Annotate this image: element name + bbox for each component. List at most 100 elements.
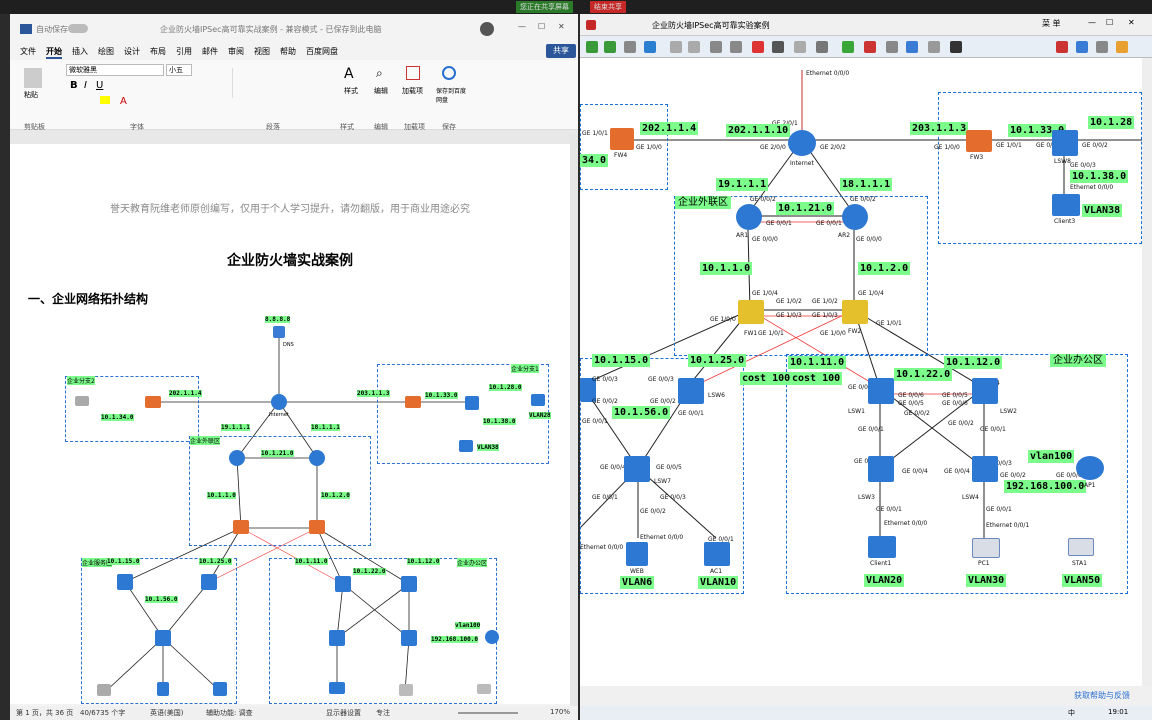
net11: 10.1.11.0 [788,356,847,369]
font-color-button[interactable]: A [120,96,127,107]
language[interactable]: 英语(美国) [150,708,183,718]
bold-button[interactable]: B [70,80,78,91]
underline-button[interactable]: U [96,80,103,91]
paragraph-tools[interactable] [232,68,322,98]
redo-icon[interactable] [688,41,700,53]
styles-icon[interactable]: A [344,66,354,82]
canvas-scrollbar[interactable] [1142,58,1152,686]
addin-icon[interactable] [406,66,420,80]
cli-icon[interactable] [886,41,898,53]
tab-insert[interactable]: 插入 [72,46,88,57]
tab-file[interactable]: 文件 [20,46,36,57]
hand-icon[interactable] [730,41,742,53]
share-button[interactable]: 共享 [546,44,576,58]
capture-icon[interactable] [906,41,918,53]
font-size-select[interactable]: 小五 [166,64,192,76]
ensp-minimize-icon[interactable]: — [1088,18,1096,27]
ensp-maximize-icon[interactable]: ☐ [1106,18,1113,27]
select-icon[interactable] [710,41,722,53]
lsw7-icon[interactable] [624,456,650,482]
tab-layout[interactable]: 布局 [150,46,166,57]
zoom-slider[interactable] [458,712,518,714]
zoom-icon[interactable] [794,41,806,53]
stop-sharing-button[interactable]: 结束共享 [590,1,626,13]
topo-icon[interactable] [928,41,940,53]
forum-icon[interactable] [1076,41,1088,53]
ap1-icon[interactable] [1076,456,1104,480]
word-count[interactable]: 40/6735 个字 [80,708,125,718]
page-count[interactable]: 第 1 页，共 36 页 [16,708,73,718]
maximize-icon[interactable]: ☐ [538,22,545,31]
lsw8-icon[interactable] [1052,130,1078,156]
print-icon[interactable] [644,41,656,53]
tab-mailings[interactable]: 邮件 [202,46,218,57]
tab-review[interactable]: 审阅 [228,46,244,57]
topology-figure[interactable]: 企业分支2 企业分支1 企业外联区 企业服务区 企业办公区 8.8.8.8 DN… [65,312,555,704]
ensp-close-icon[interactable]: ✕ [1128,18,1135,27]
help-icon[interactable] [1116,41,1128,53]
tab-home[interactable]: 开始 [46,46,62,59]
word-scrollbar[interactable] [570,134,578,706]
isp-router-icon[interactable] [788,130,816,156]
accessibility[interactable]: 辅助功能: 调查 [206,708,253,718]
client1-icon[interactable] [868,536,896,558]
zoom-level[interactable]: 170% [550,708,570,716]
clock[interactable]: 19:01 [1108,708,1128,716]
help-feedback-link[interactable]: 获取帮助与反馈 [1074,690,1130,701]
minimize-icon[interactable]: — [518,22,526,31]
start-icon[interactable] [842,41,854,53]
italic-button[interactable]: I [84,80,87,91]
topology-canvas[interactable]: 企业外联区 企业办公区 Ethernet 0/0/0 GE 2/0/1 Inte… [580,58,1142,686]
paste-icon[interactable] [24,68,42,88]
font-name-select[interactable]: 微软雅黑 [66,64,164,76]
pc1-icon[interactable] [972,538,1000,558]
highlight-button[interactable] [100,96,110,104]
display-settings[interactable]: 显示器设置 [326,708,361,718]
tab-draw[interactable]: 绘图 [98,46,114,57]
pc1-eth: Ethernet 0/0/1 [986,522,1030,529]
tab-baidu[interactable]: 百度网盘 [306,46,338,57]
fw2-icon[interactable] [842,300,868,324]
web-server-icon[interactable] [626,542,648,566]
lsw3-icon[interactable] [868,456,894,482]
lsw4-icon[interactable] [972,456,998,482]
close-icon[interactable]: ✕ [558,22,565,31]
lsw6-icon[interactable] [678,378,704,404]
autosave-toggle[interactable] [68,24,88,33]
focus-mode[interactable]: 专注 [376,708,390,718]
ensp-menu[interactable]: 菜 单 [1042,18,1061,29]
settings-icon[interactable] [1096,41,1108,53]
lsw2-icon[interactable] [972,378,998,404]
open-icon[interactable] [604,41,616,53]
sta1-icon[interactable] [1068,538,1094,556]
ac1-icon[interactable] [704,542,730,566]
tab-help[interactable]: 帮助 [280,46,296,57]
huawei-icon[interactable] [1056,41,1068,53]
tab-design[interactable]: 设计 [124,46,140,57]
fw4-icon[interactable] [610,128,634,150]
new-topology-icon[interactable] [586,41,598,53]
palette-icon[interactable] [950,41,962,53]
stop-icon[interactable] [864,41,876,53]
document-page[interactable]: 誉天教育阮维老师原创编写，仅用于个人学习提升，请勿翻版，用于商业用途必究 企业防… [10,144,570,704]
baidu-save-icon[interactable] [442,66,456,80]
tab-references[interactable]: 引用 [176,46,192,57]
save-icon[interactable] [624,41,636,53]
lsw2-ge005: GE 0/0/5 [942,392,968,399]
lsw8-name: LSW8 [1054,158,1071,165]
area-icon[interactable] [816,41,828,53]
find-icon[interactable]: ⌕ [376,66,383,81]
client3-icon[interactable] [1052,194,1080,216]
delete-icon[interactable] [752,41,764,53]
avatar[interactable] [480,22,494,36]
ar1-icon[interactable] [736,204,762,230]
text-icon[interactable] [772,41,784,53]
ar2-icon[interactable] [842,204,868,230]
undo-icon[interactable] [670,41,682,53]
tab-view[interactable]: 视图 [254,46,270,57]
fw3-icon[interactable] [966,130,992,152]
ensp-statusbar: 获取帮助与反馈 [580,686,1152,706]
fw1-icon[interactable] [738,300,764,324]
ime-indicator[interactable]: 中 [1068,708,1075,718]
lsw1-icon[interactable] [868,378,894,404]
